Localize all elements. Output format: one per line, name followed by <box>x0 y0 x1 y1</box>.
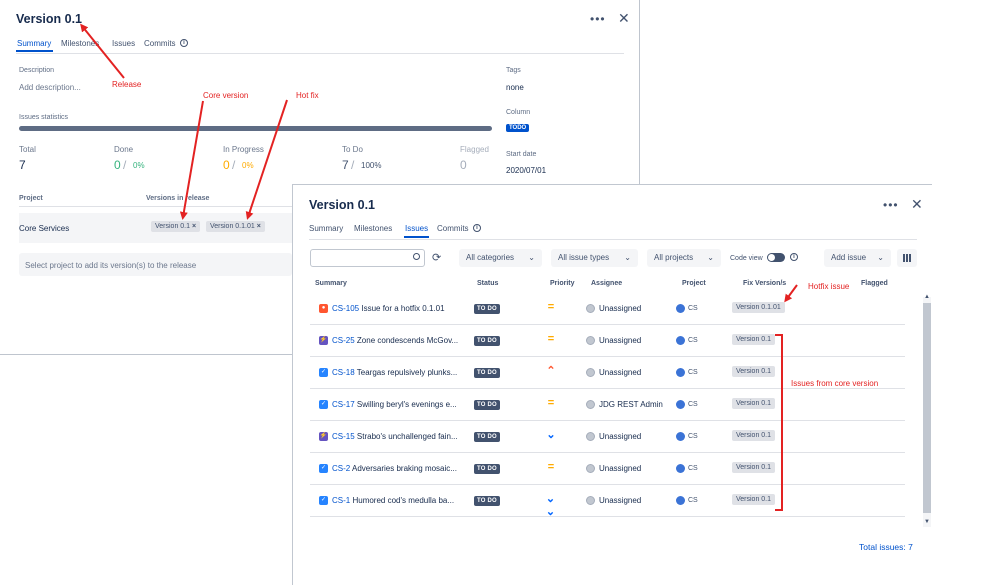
arrow-core-version <box>179 100 204 220</box>
bracket-core-issues <box>775 334 783 511</box>
arrow-release <box>80 23 125 79</box>
arrow-hotfix-issue <box>784 284 798 303</box>
arrow-hot-fix <box>245 99 288 220</box>
annotation-arrows <box>80 23 798 511</box>
